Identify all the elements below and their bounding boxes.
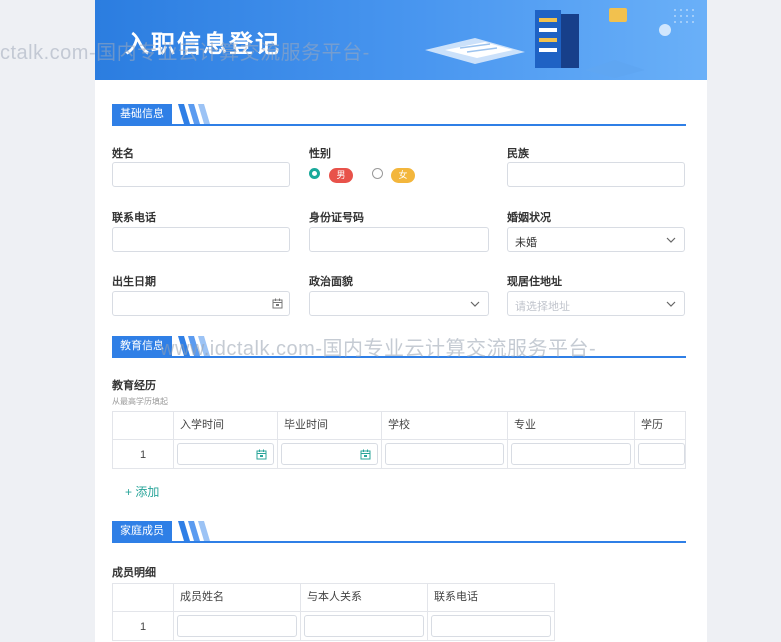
education-start-input[interactable] <box>177 443 274 465</box>
education-major-input[interactable] <box>511 443 631 465</box>
phone-input[interactable] <box>112 227 290 252</box>
family-col-relation: 与本人关系 <box>300 583 428 612</box>
address-label: 现居住地址 <box>507 276 562 288</box>
family-col-name: 成员姓名 <box>173 583 301 612</box>
education-degree-cell <box>634 439 686 469</box>
family-phone-cell <box>427 611 555 641</box>
section-basic-title: 基础信息 <box>112 104 172 124</box>
education-history-hint: 从最高学历填起 <box>112 397 168 406</box>
education-school-cell <box>381 439 508 469</box>
add-education-button[interactable]: + 添加 <box>125 483 159 500</box>
ethnicity-label: 民族 <box>507 148 529 160</box>
chevron-down-icon <box>666 237 676 243</box>
chevron-down-icon <box>470 301 480 307</box>
family-name-input[interactable] <box>177 615 297 637</box>
address-select[interactable]: 请选择地址 <box>507 291 685 316</box>
ethnicity-input[interactable] <box>507 162 685 187</box>
id-number-label: 身份证号码 <box>309 212 364 224</box>
section-education: 教育信息 <box>112 336 686 360</box>
name-label: 姓名 <box>112 148 134 160</box>
birth-date-label: 出生日期 <box>112 276 156 288</box>
education-row-number: 1 <box>112 439 174 469</box>
section-divider <box>112 124 686 126</box>
education-table-index-header <box>112 411 174 440</box>
education-col-start: 入学时间 <box>173 411 278 440</box>
education-end-cell <box>277 439 382 469</box>
form-title: 入职信息登记 <box>125 31 281 58</box>
section-divider <box>112 356 686 358</box>
gender-male-option[interactable]: 男 <box>329 168 353 183</box>
stripes-icon <box>178 336 210 356</box>
education-history-label: 教育经历 <box>112 380 156 392</box>
stripes-icon <box>178 104 210 124</box>
id-number-input[interactable] <box>309 227 489 252</box>
section-family-title: 家庭成员 <box>112 521 172 541</box>
banner-illustration <box>425 8 694 78</box>
phone-label: 联系电话 <box>112 212 156 224</box>
education-col-end: 毕业时间 <box>277 411 382 440</box>
marital-status-label: 婚姻状况 <box>507 212 551 224</box>
family-members-label: 成员明细 <box>112 567 156 579</box>
calendar-icon <box>272 298 283 309</box>
birth-date-input[interactable] <box>112 291 290 316</box>
family-relation-cell <box>300 611 428 641</box>
family-relation-input[interactable] <box>304 615 424 637</box>
gender-female-radio[interactable] <box>372 168 383 179</box>
education-col-major: 专业 <box>507 411 635 440</box>
registration-form: 入职信息登记 基础信息 姓名 性别 男 女 民族 联系电话 身份证号码 婚姻状况… <box>95 0 707 642</box>
political-status-select[interactable] <box>309 291 489 316</box>
section-family: 家庭成员 <box>112 521 686 545</box>
education-col-school: 学校 <box>381 411 508 440</box>
address-placeholder: 请选择地址 <box>515 301 570 313</box>
marital-status-value: 未婚 <box>515 237 537 249</box>
political-status-label: 政治面貌 <box>309 276 353 288</box>
gender-male-radio[interactable] <box>309 168 320 179</box>
marital-status-select[interactable]: 未婚 <box>507 227 685 252</box>
name-input[interactable] <box>112 162 290 187</box>
education-degree-input[interactable] <box>638 443 685 465</box>
calendar-icon <box>256 449 267 460</box>
education-major-cell <box>507 439 635 469</box>
family-name-cell <box>173 611 301 641</box>
gender-label: 性别 <box>309 148 331 160</box>
education-school-input[interactable] <box>385 443 504 465</box>
family-phone-input[interactable] <box>431 615 551 637</box>
education-col-degree: 学历 <box>634 411 686 440</box>
gender-female-option[interactable]: 女 <box>391 168 415 183</box>
education-start-cell <box>173 439 278 469</box>
family-table-index-header <box>112 583 174 612</box>
education-end-input[interactable] <box>281 443 378 465</box>
section-education-title: 教育信息 <box>112 336 172 356</box>
stripes-icon <box>178 521 210 541</box>
section-basic: 基础信息 <box>112 104 686 128</box>
family-row-number: 1 <box>112 611 174 641</box>
chevron-down-icon <box>666 301 676 307</box>
section-divider <box>112 541 686 543</box>
calendar-icon <box>360 449 371 460</box>
family-col-phone: 联系电话 <box>427 583 555 612</box>
form-banner: 入职信息登记 <box>95 0 707 80</box>
